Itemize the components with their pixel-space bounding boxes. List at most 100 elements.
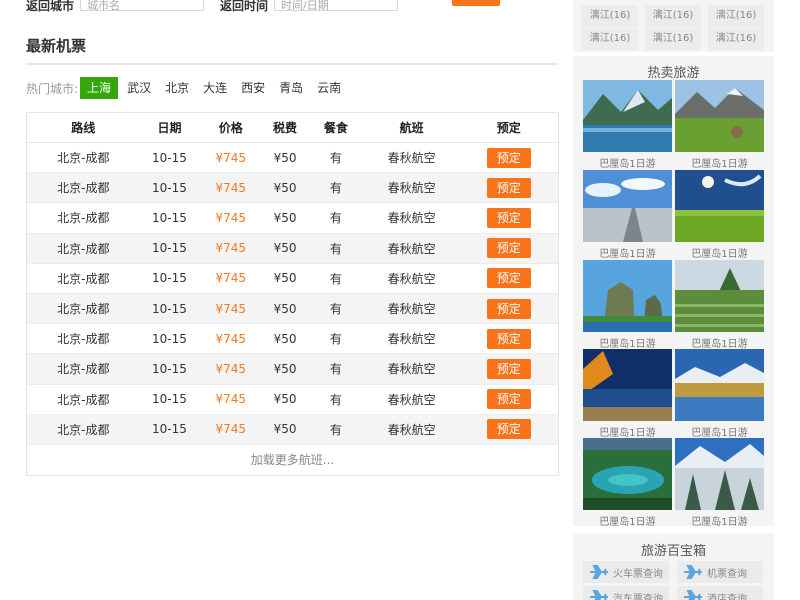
tour-caption: 巴厘岛1日游 [599,159,656,170]
tour-card[interactable]: 巴厘岛1日游 [675,438,764,528]
table-row: 北京-成都 10-15 ¥745 ¥50 有 春秋航空 预定 [27,143,558,174]
tax-cell: ¥50 [273,241,297,256]
meal-cell: 有 [329,211,342,226]
table-row: 北京-成都 10-15 ¥745 ¥50 有 春秋航空 预定 [27,354,558,385]
date-cell: 10-15 [152,180,187,195]
tour-card[interactable]: 巴厘岛1日游 [583,260,672,350]
book-cell: 预定 [459,238,558,259]
date-cell: 10-15 [152,301,187,316]
tax-cell: ¥50 [273,150,297,165]
date-cell: 10-15 [152,422,187,437]
tour-photo [675,260,764,332]
tour-photo [583,170,672,242]
tool-label: 汽车票查询 [613,593,663,600]
price-cell: ¥745 [215,180,247,195]
table-row: 北京-成都 10-15 ¥745 ¥50 有 春秋航空 预定 [27,233,558,264]
airline-cell: 春秋航空 [387,211,436,226]
tour-caption: 巴厘岛1日游 [691,428,748,439]
tour-photo [583,80,672,152]
table-header: 路线 日期 价格 税费 餐食 航班 预定 [27,113,558,143]
price-cell: ¥745 [215,241,247,256]
meal-cell: 有 [329,271,342,286]
tour-card[interactable]: 巴厘岛1日游 [583,170,672,260]
route-cell: 北京-成都 [57,211,110,226]
header-price: 价格 [218,121,243,135]
book-button[interactable]: 预定 [486,268,531,289]
book-button[interactable]: 预定 [486,207,531,228]
destination-link[interactable]: 漓江(16) [582,28,638,50]
route-cell: 北京-成都 [57,392,110,407]
hot-tours-box: 热卖旅游 巴厘岛1日游 巴厘岛1日游 巴厘岛1日游 巴厘岛1日游 巴厘岛1日游 巴厘岛1日… [573,56,774,528]
tour-card[interactable]: 巴厘岛1日游 [583,80,672,170]
hot-tours-title: 热卖旅游 [647,66,700,81]
header-route: 路线 [71,121,96,135]
book-cell: 预定 [459,147,558,168]
tax-cell: ¥50 [273,301,297,316]
tour-card[interactable]: 巴厘岛1日游 [583,349,672,439]
book-button[interactable]: 预定 [486,298,531,319]
book-button[interactable]: 预定 [486,177,531,198]
tour-photo [583,349,672,421]
book-cell: 预定 [459,177,558,198]
departure-city-input[interactable]: 城市名 [80,0,204,11]
search-button[interactable] [452,0,500,6]
city-tab-wuhan[interactable]: 武汉 [121,77,157,99]
tax-cell: ¥50 [273,210,297,225]
book-button[interactable]: 预定 [486,238,531,259]
tour-card[interactable]: 巴厘岛1日游 [675,80,764,170]
airplane-icon [589,590,609,600]
destination-link[interactable]: 漓江(16) [645,28,701,50]
destination-link[interactable]: 漓江(16) [645,5,701,27]
hotel-query-button[interactable]: 酒店查询 [677,586,763,600]
travel-toolbox-title: 旅游百宝箱 [640,544,706,559]
header-book: 预定 [496,121,521,135]
date-cell: 10-15 [152,392,187,407]
tour-caption: 巴厘岛1日游 [599,249,656,260]
city-tab-beijing[interactable]: 北京 [159,77,195,99]
book-button[interactable]: 预定 [486,147,531,168]
load-more-link[interactable]: 加载更多航班... [27,445,558,475]
tool-label: 火车票查询 [613,568,663,580]
book-button[interactable]: 预定 [486,328,531,349]
city-tab-qingdao[interactable]: 青岛 [273,77,309,99]
header-airline: 航班 [399,121,424,135]
book-button[interactable]: 预定 [486,389,531,410]
meal-cell: 有 [329,151,342,166]
flight-query-button[interactable]: 机票查询 [677,561,763,583]
tour-card[interactable]: 巴厘岛1日游 [675,260,764,350]
table-row: 北京-成都 10-15 ¥745 ¥50 有 春秋航空 预定 [27,385,558,415]
route-cell: 北京-成都 [57,302,110,317]
tour-card[interactable]: 巴厘岛1日游 [675,349,764,439]
book-button[interactable]: 预定 [486,358,531,379]
tour-card[interactable]: 巴厘岛1日游 [675,170,764,260]
city-tab-yunnan[interactable]: 云南 [311,77,347,99]
city-tab-dalian[interactable]: 大连 [197,77,233,99]
tour-photo [675,349,764,421]
airplane-icon [589,565,609,579]
header-meal: 餐食 [323,121,348,135]
travel-toolbox-box: 旅游百宝箱 火车票查询 机票查询 汽车票查询 酒店查询 [573,533,774,600]
tour-caption: 巴厘岛1日游 [691,249,748,260]
bus-ticket-query-button[interactable]: 汽车票查询 [583,586,669,600]
destination-link[interactable]: 漓江(16) [582,5,638,27]
train-ticket-query-button[interactable]: 火车票查询 [583,561,669,583]
route-cell: 北京-成都 [57,332,110,347]
route-cell: 北京-成都 [57,362,110,377]
price-cell: ¥745 [215,331,247,346]
meal-cell: 有 [329,241,342,256]
city-tab-xian[interactable]: 西安 [235,77,271,99]
date-cell: 10-15 [152,241,187,256]
date-cell: 10-15 [152,150,187,165]
table-row: 北京-成都 10-15 ¥745 ¥50 有 春秋航空 预定 [27,414,558,445]
return-time-input[interactable]: 时间/日期 [274,0,398,11]
destination-links-box: 漓江(16) 漓江(16) 漓江(16) 漓江(16) 漓江(16) 漓江(16… [573,0,774,52]
departure-city-label: 返回城市 [26,0,75,13]
book-button[interactable]: 预定 [486,419,531,440]
price-cell: ¥745 [215,361,247,376]
tour-card[interactable]: 巴厘岛1日游 [583,438,672,528]
destination-link[interactable]: 漓江(16) [708,28,764,50]
city-tab-shanghai[interactable]: 上海 [80,77,119,99]
table-row: 北京-成都 10-15 ¥745 ¥50 有 春秋航空 预定 [27,173,558,204]
destination-link[interactable]: 漓江(16) [708,5,764,27]
meal-cell: 有 [329,422,342,437]
